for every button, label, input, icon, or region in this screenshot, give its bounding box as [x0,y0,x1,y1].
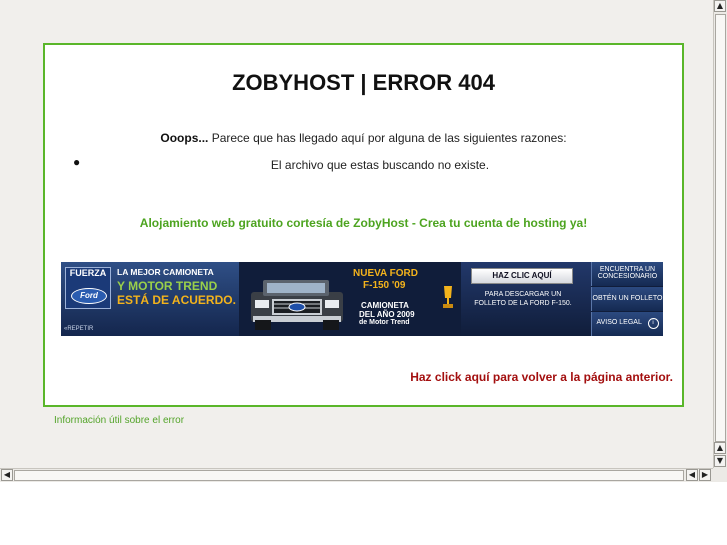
legal-notice-label: AVISO LEGAL [596,319,642,326]
trophy-icon [443,286,453,308]
find-dealer-label-2: CONCESIONARIO [597,273,658,280]
banner-headline-2: Y MOTOR TREND [117,279,218,293]
vertical-scroll-thumb[interactable] [715,14,726,442]
banner-award-2: DEL AÑO 2009 [359,310,415,319]
scroll-down-icon[interactable]: ▼ [714,455,726,467]
horizontal-scrollbar[interactable]: ◀ ◀ ▶ [0,468,713,482]
truck-image [251,280,343,330]
scroll-up-icon[interactable]: ▲ [714,0,726,12]
banner-award-3: de Motor Trend [359,319,410,326]
horizontal-scroll-thumb[interactable] [14,470,684,481]
fuerza-text: FUERZA [69,268,107,278]
scroll-right-icon[interactable]: ▶ [699,469,711,481]
haz-clic-button[interactable]: HAZ CLIC AQUÍ [471,268,573,284]
find-dealer-label-1: ENCUENTRA UN [599,266,656,273]
fuerza-badge: FUERZA Ford [65,267,111,309]
banner-award-1: CAMIONETA [361,301,409,310]
find-dealer-link[interactable]: ENCUENTRA UN CONCESIONARIO [591,262,663,286]
banner-headline-3: ESTÁ DE ACUERDO. [117,293,236,307]
browser-viewport: ZOBYHOST | ERROR 404 Ooops... Parece que… [0,0,713,468]
intro-rest: Parece que has llegado aquí por alguna d… [208,131,567,145]
legal-notice-link[interactable]: AVISO LEGAL i [591,312,663,336]
banner-model-1: NUEVA FORD [353,268,418,279]
replay-link[interactable]: «REPETIR [64,326,93,332]
error-panel: ZOBYHOST | ERROR 404 Ooops... Parece que… [43,43,684,407]
scroll-up-bottom-icon[interactable]: ▲ [714,442,726,454]
intro-text: Ooops... Parece que has llegado aquí por… [45,131,682,145]
back-link[interactable]: Haz click aquí para volver a la página a… [410,370,673,384]
error-info-link[interactable]: Información útil sobre el error [54,415,184,426]
info-icon: i [647,318,659,329]
reason-list-item: El archivo que estas buscando no existe. [270,158,490,172]
banner-headline-1: LA MEJOR CAMIONETA [117,267,214,277]
vertical-scrollbar[interactable]: ▲ ▲ ▼ [713,0,727,468]
get-brochure-link[interactable]: OBTÉN UN FOLLETO [591,287,663,311]
promo-link[interactable]: Alojamiento web gratuito cortesía de Zob… [45,216,682,230]
cta-text-2: FOLLETO DE LA FORD F-150. [474,300,572,307]
ford-logo: Ford [71,288,107,304]
scroll-left-right-icon[interactable]: ◀ [686,469,698,481]
banner-model-2: F-150 '09 [363,280,406,291]
intro-bold: Ooops... [160,131,209,145]
cta-text-1: PARA DESCARGAR UN [484,291,562,298]
page-title: ZOBYHOST | ERROR 404 [232,70,495,95]
ad-banner[interactable]: FUERZA Ford LA MEJOR CAMIONETA Y MOTOR T… [61,262,663,336]
scrollbar-corner [713,468,727,482]
scroll-left-icon[interactable]: ◀ [1,469,13,481]
